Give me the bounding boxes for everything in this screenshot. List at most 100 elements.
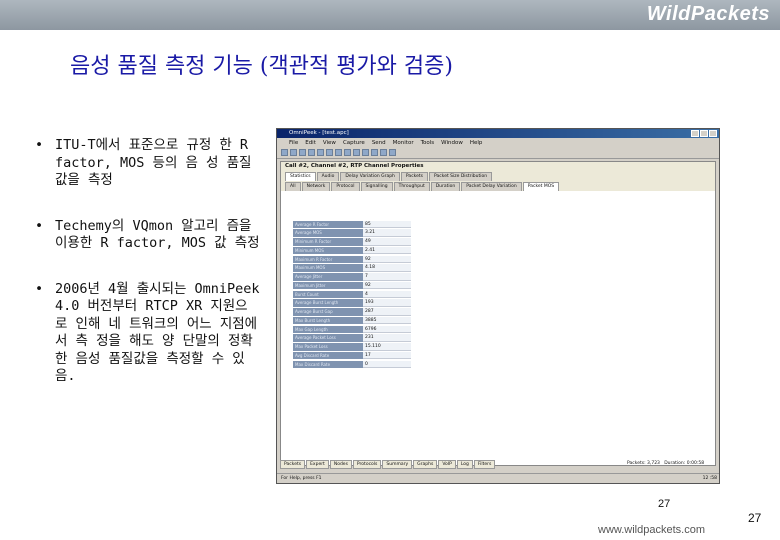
grid-row[interactable]: Average Jitter 7	[293, 273, 443, 282]
bullet-text: 2006년 4월 출시되는 OmniPeek 4.0 버전부터 RTCP XR …	[55, 280, 260, 385]
grid-row-value: 6796	[363, 325, 411, 334]
bullet-marker: •	[35, 137, 44, 153]
grid-row-label: Max Packet Loss	[293, 343, 363, 351]
grid-row[interactable]: Average Burst Length 193	[293, 299, 443, 308]
tab-expert[interactable]: Expert	[306, 460, 329, 469]
grid-row[interactable]: Average R Factor 85	[293, 220, 443, 229]
close-icon[interactable]	[709, 130, 717, 137]
bullet-marker: •	[35, 217, 44, 234]
tab-all[interactable]: All	[285, 182, 301, 191]
tab-packet-size-distribution[interactable]: Packet Size Distribution	[429, 172, 493, 181]
grid-row-label: Minimum MOS	[293, 246, 363, 255]
grid-row-label: Minimum R Factor	[293, 238, 363, 246]
grid-row[interactable]: Max Burst Length 3885	[293, 316, 443, 325]
grid-row[interactable]: Average Burst Gap 287	[293, 308, 443, 317]
page-number: 27	[658, 498, 671, 510]
menu-monitor[interactable]: Monitor	[393, 140, 414, 146]
grid-row[interactable]: Minimum MOS 2.41	[293, 246, 443, 255]
grid-row[interactable]: Maximum MOS 4.18	[293, 264, 443, 273]
filter-icon[interactable]	[362, 149, 369, 156]
page-number-corner: 27	[748, 511, 762, 525]
grid-row-label: Maximum Jitter	[293, 281, 363, 290]
grid-row[interactable]: Minimum R Factor 49	[293, 238, 443, 247]
grid-row-label: Average MOS	[293, 229, 363, 237]
open-icon[interactable]	[290, 149, 297, 156]
window-title: OmniPeek - [test.apc]	[289, 130, 349, 136]
tab-log[interactable]: Log	[456, 460, 473, 469]
grid-row[interactable]: Burst Count 4	[293, 290, 443, 299]
grid-row-value: 2.41	[363, 246, 411, 255]
tab-packets[interactable]: Packets	[400, 172, 428, 181]
grid-row-label: Average Packet Loss	[293, 334, 363, 342]
tab-filters[interactable]: Filters	[473, 460, 496, 469]
menu-edit[interactable]: Edit	[305, 140, 316, 146]
maximize-icon[interactable]	[700, 130, 708, 137]
save-icon[interactable]	[299, 149, 306, 156]
grid-row-value: 0	[363, 360, 411, 369]
footer-url: www.wildpackets.com	[598, 524, 705, 536]
paste-icon[interactable]	[335, 149, 342, 156]
tab-delay-variation-graph[interactable]: Delay Variation Graph	[340, 172, 400, 181]
tab-summary[interactable]: Summary	[382, 460, 413, 469]
tab-protocols[interactable]: Protocols	[352, 460, 382, 469]
grid-row-value: 49	[363, 238, 411, 246]
grid-row[interactable]: Max Gap Length 6796	[293, 325, 443, 334]
grid-row[interactable]: Maximum Jitter 92	[293, 281, 443, 290]
omnipeek-screenshot: OmniPeek - [test.apc] File Edit View Cap…	[276, 128, 720, 484]
tab-statistics[interactable]: Statistics	[285, 172, 316, 181]
tab-voip[interactable]: VoIP	[438, 460, 456, 469]
stop-capture-icon[interactable]	[353, 149, 360, 156]
grid-row[interactable]: Maximum R Factor 92	[293, 255, 443, 264]
grid-row-label: Max Discard Rate	[293, 360, 363, 369]
new-icon[interactable]	[281, 149, 288, 156]
start-capture-icon[interactable]	[344, 149, 351, 156]
grid-row-label: Average Burst Length	[293, 299, 363, 307]
grid-row-value: 7	[363, 273, 411, 281]
toolbar	[277, 147, 719, 159]
menu-send[interactable]: Send	[372, 140, 386, 146]
tab-graphs[interactable]: Graphs	[413, 460, 438, 469]
print-icon[interactable]	[308, 149, 315, 156]
bullet-text: ITU-T에서 표준으로 규정 한 R factor, MOS 등의 음 성 품…	[55, 137, 252, 188]
menu-view[interactable]: View	[323, 140, 336, 146]
grid-row-label: Average Jitter	[293, 273, 363, 281]
grid-row-label: Maximum MOS	[293, 264, 363, 272]
minimize-icon[interactable]	[691, 130, 699, 137]
tab-protocol[interactable]: Protocol	[331, 182, 360, 191]
grid-row[interactable]: Avg Discard Rate 17	[293, 351, 443, 360]
tab-nodes[interactable]: Nodes	[329, 460, 352, 469]
grid-row-value: 17	[363, 351, 411, 360]
packets-value: 3,723	[647, 461, 660, 466]
tab-network[interactable]: Network	[301, 182, 331, 191]
options-icon[interactable]	[380, 149, 387, 156]
capture-stats: Packets: 3,723 Duration: 0:00:58	[627, 460, 717, 467]
menu-help[interactable]: Help	[470, 140, 483, 146]
menu-window[interactable]: Window	[441, 140, 463, 146]
tab-duration[interactable]: Duration	[430, 182, 461, 191]
find-icon[interactable]	[371, 149, 378, 156]
tab-packet-mos[interactable]: Packet MOS	[522, 182, 560, 191]
bullet-item: • Techemy의 VQmon 알고리 즘을 이용한 R factor, MOS…	[35, 218, 260, 253]
tab-packet-delay-variation[interactable]: Packet Delay Variation	[461, 182, 522, 191]
tab-packets-bottom[interactable]: Packets	[280, 460, 306, 469]
tab-throughput[interactable]: Throughput	[393, 182, 430, 191]
duration-value: 0:00:58	[686, 461, 705, 466]
status-right: 12 :58	[702, 476, 717, 481]
grid-row[interactable]: Max Packet Loss 15.110	[293, 343, 443, 352]
menu-file[interactable]: File	[289, 140, 298, 146]
tab-audio[interactable]: Audio	[316, 172, 340, 181]
tab-signalling[interactable]: Signalling	[360, 182, 393, 191]
window-titlebar: OmniPeek - [test.apc]	[277, 129, 719, 138]
copy-icon[interactable]	[326, 149, 333, 156]
grid-row-label: Average Burst Gap	[293, 308, 363, 316]
grid-row[interactable]: Average MOS 3.21	[293, 229, 443, 238]
grid-row[interactable]: Max Discard Rate 0	[293, 360, 443, 369]
menu-capture[interactable]: Capture	[343, 140, 365, 146]
menu-tools[interactable]: Tools	[421, 140, 435, 146]
grid-row[interactable]: Average Packet Loss 231	[293, 334, 443, 343]
brand-logo: WildPackets	[646, 3, 770, 25]
cut-icon[interactable]	[317, 149, 324, 156]
help-icon[interactable]	[389, 149, 396, 156]
duration-label: Duration:	[664, 461, 686, 466]
grid-row-value: 287	[363, 308, 411, 316]
